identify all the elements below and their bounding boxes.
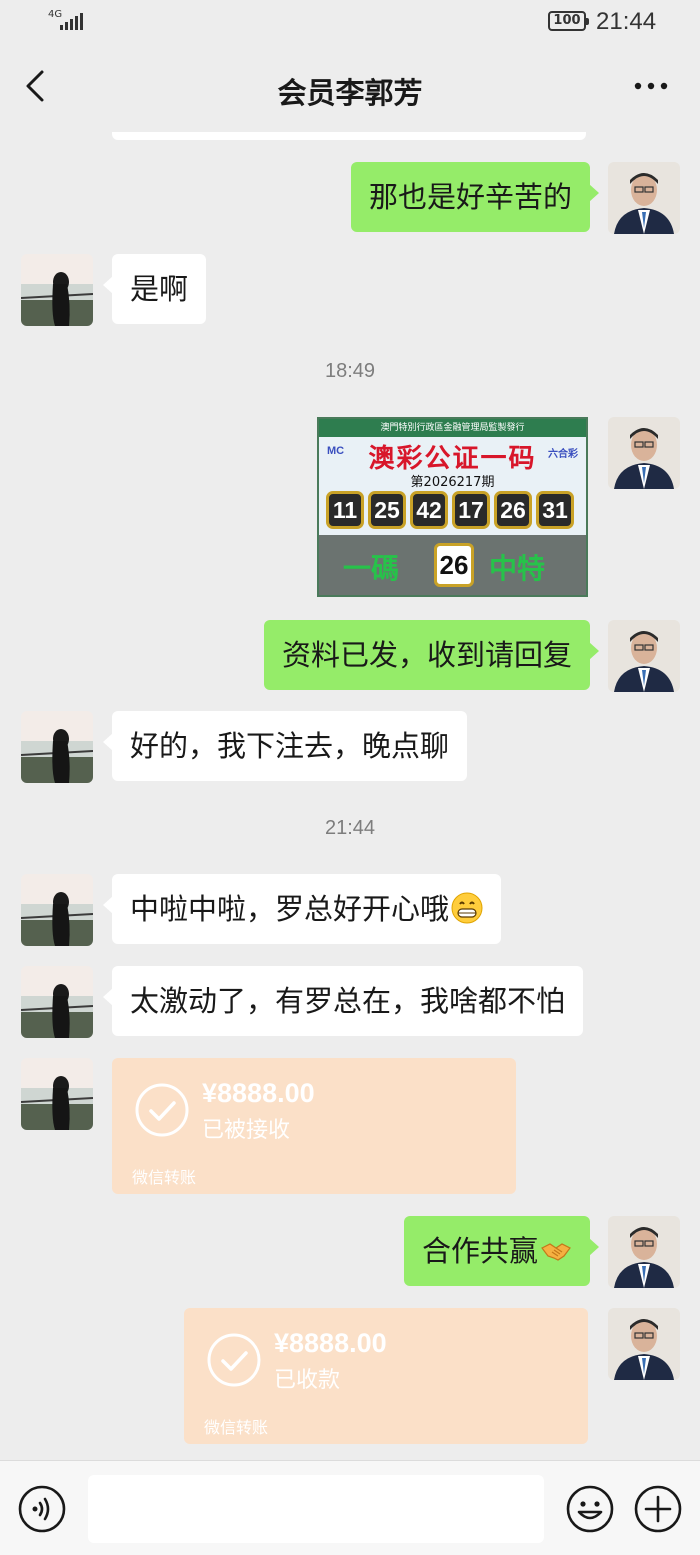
handshake-emoji (541, 1243, 571, 1261)
chat-title: 会员李郭芳 (277, 76, 423, 110)
avatar-self[interactable] (608, 1216, 680, 1288)
transfer-amount: ¥8888.00 (274, 1328, 387, 1358)
status-bar: 4G 100 21:44 (0, 0, 700, 44)
transfer-footer: 微信转账 (204, 1418, 269, 1437)
message-bubble-incoming[interactable]: 好的，我下注去，晚点聊 (102, 711, 468, 781)
grin-emoji (451, 892, 483, 924)
voice-button[interactable] (18, 1485, 66, 1533)
transfer-status: 已被接收 (202, 1118, 291, 1143)
lottery-number: 31 (536, 491, 574, 529)
input-bar (0, 1460, 700, 1555)
avatar-contact[interactable] (21, 966, 93, 1038)
avatar-self[interactable] (608, 417, 680, 489)
message-bubble-incoming[interactable]: 太激动了，有罗总在，我啥都不怕 (102, 966, 584, 1036)
message-input[interactable] (88, 1475, 544, 1543)
lottery-number: 17 (452, 491, 490, 529)
message-bubble-incoming[interactable]: 是啊 (102, 254, 207, 324)
lottery-number: 42 (410, 491, 448, 529)
message-bubble-incoming[interactable]: 中啦中啦，罗总好开心哦 (102, 874, 502, 944)
avatar-self[interactable] (608, 162, 680, 234)
lottery-number: 26 (494, 491, 532, 529)
transfer-card-received[interactable]: ¥8888.00 已被接收 微信转账 (112, 1058, 516, 1194)
lottery-numbers: 11 25 42 17 26 31 (326, 491, 574, 529)
chat-messages[interactable]: 那也是好辛苦的 是啊 18:49 澳門特別行政區金融管理局監製發行 MC 澳彩公… (0, 132, 700, 1460)
battery-icon: 100 (548, 11, 589, 31)
emoji-button[interactable] (565, 1484, 615, 1534)
lottery-number: 25 (368, 491, 406, 529)
voice-icon (18, 1485, 66, 1533)
check-circle-icon (135, 1083, 189, 1137)
back-icon (26, 70, 44, 102)
transfer-card-collected[interactable]: ¥8888.00 已收款 微信转账 (184, 1308, 588, 1444)
avatar-contact[interactable] (21, 1058, 93, 1130)
more-functions-button[interactable] (633, 1484, 683, 1534)
status-time: 21:44 (596, 8, 657, 35)
chat-header: 会员李郭芳 (0, 44, 700, 132)
lottery-issuer: 澳門特別行政區金融管理局監製發行 (319, 419, 586, 437)
lottery-yima-label: 一碼 (343, 552, 400, 585)
emoji-icon (566, 1485, 614, 1533)
avatar-contact[interactable] (21, 874, 93, 946)
message-text: 合作共赢 (421, 1234, 538, 1268)
more-icon (634, 82, 668, 90)
back-button[interactable] (14, 64, 58, 108)
lottery-issue: 第2026217期 (410, 475, 495, 490)
message-bubble-outgoing[interactable]: 合作共赢 (403, 1216, 600, 1286)
transfer-footer: 微信转账 (132, 1168, 197, 1187)
avatar-self[interactable] (608, 620, 680, 692)
lottery-number: 11 (326, 491, 364, 529)
message-bubble-outgoing[interactable]: 资料已发，收到请回复 (263, 620, 600, 690)
lottery-special-number: 26 (434, 543, 474, 587)
time-divider: 21:44 (324, 817, 376, 839)
plus-icon (634, 1485, 682, 1533)
lottery-special-row: 一碼 26 中特 (319, 535, 586, 595)
transfer-status: 已收款 (274, 1368, 341, 1393)
lottery-image-message[interactable]: 澳門特別行政區金融管理局監製發行 MC 澳彩公证一码 六合彩 第2026217期… (317, 417, 588, 597)
message-text: 中啦中啦，罗总好开心哦 (130, 892, 450, 926)
time-divider: 18:49 (324, 360, 376, 382)
message-bubble-outgoing[interactable]: 那也是好辛苦的 (350, 162, 600, 232)
transfer-amount: ¥8888.00 (202, 1078, 315, 1108)
signal-icon (60, 12, 83, 30)
lottery-logo-right: 六合彩 (548, 449, 578, 460)
avatar-contact[interactable] (21, 711, 93, 783)
avatar-self[interactable] (608, 1308, 680, 1380)
avatar-contact[interactable] (21, 254, 93, 326)
check-circle-icon (207, 1333, 261, 1387)
lottery-zhongte-label: 中特 (489, 552, 546, 585)
lottery-title: 澳彩公证一码 (368, 444, 537, 474)
previous-bubble-edge (112, 132, 586, 140)
more-button[interactable] (626, 66, 676, 106)
